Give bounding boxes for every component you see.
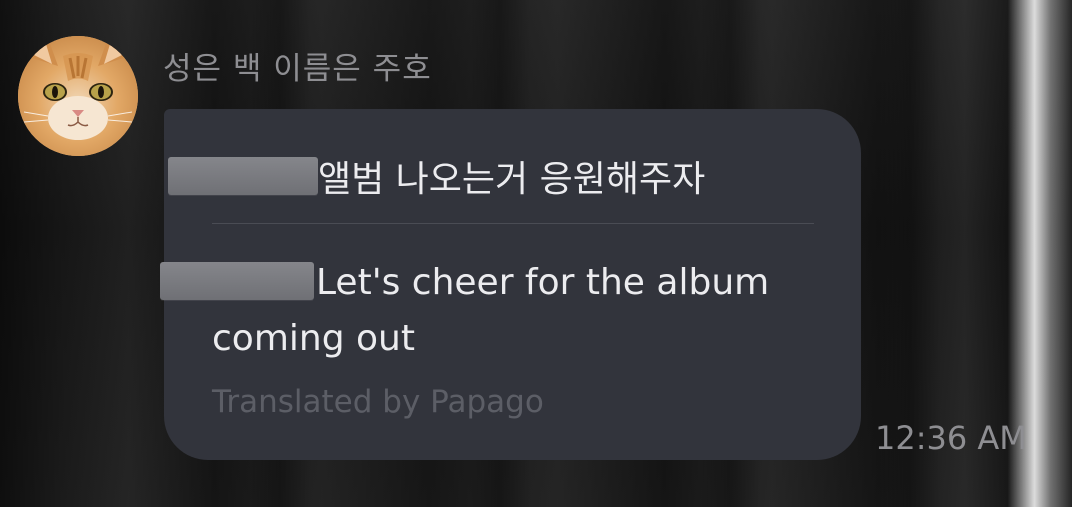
cat-avatar-icon	[18, 36, 138, 156]
message-bubble[interactable]: 앨범 나오는거 응원해주자 Let's cheer for the album …	[160, 109, 861, 460]
sender-avatar[interactable]	[18, 36, 138, 156]
translation-divider	[212, 223, 814, 224]
message-translated-text: Let's cheer for the album coming out	[212, 262, 770, 359]
message-timestamp: 12:36 AM	[875, 419, 1027, 457]
redacted-mention	[168, 157, 318, 195]
message-original-text: 앨범 나오는거 응원해주자	[318, 159, 706, 200]
translation-credit: Translated by Papago	[212, 384, 544, 420]
sender-name: 성은 백 이름은 주호	[163, 51, 432, 87]
